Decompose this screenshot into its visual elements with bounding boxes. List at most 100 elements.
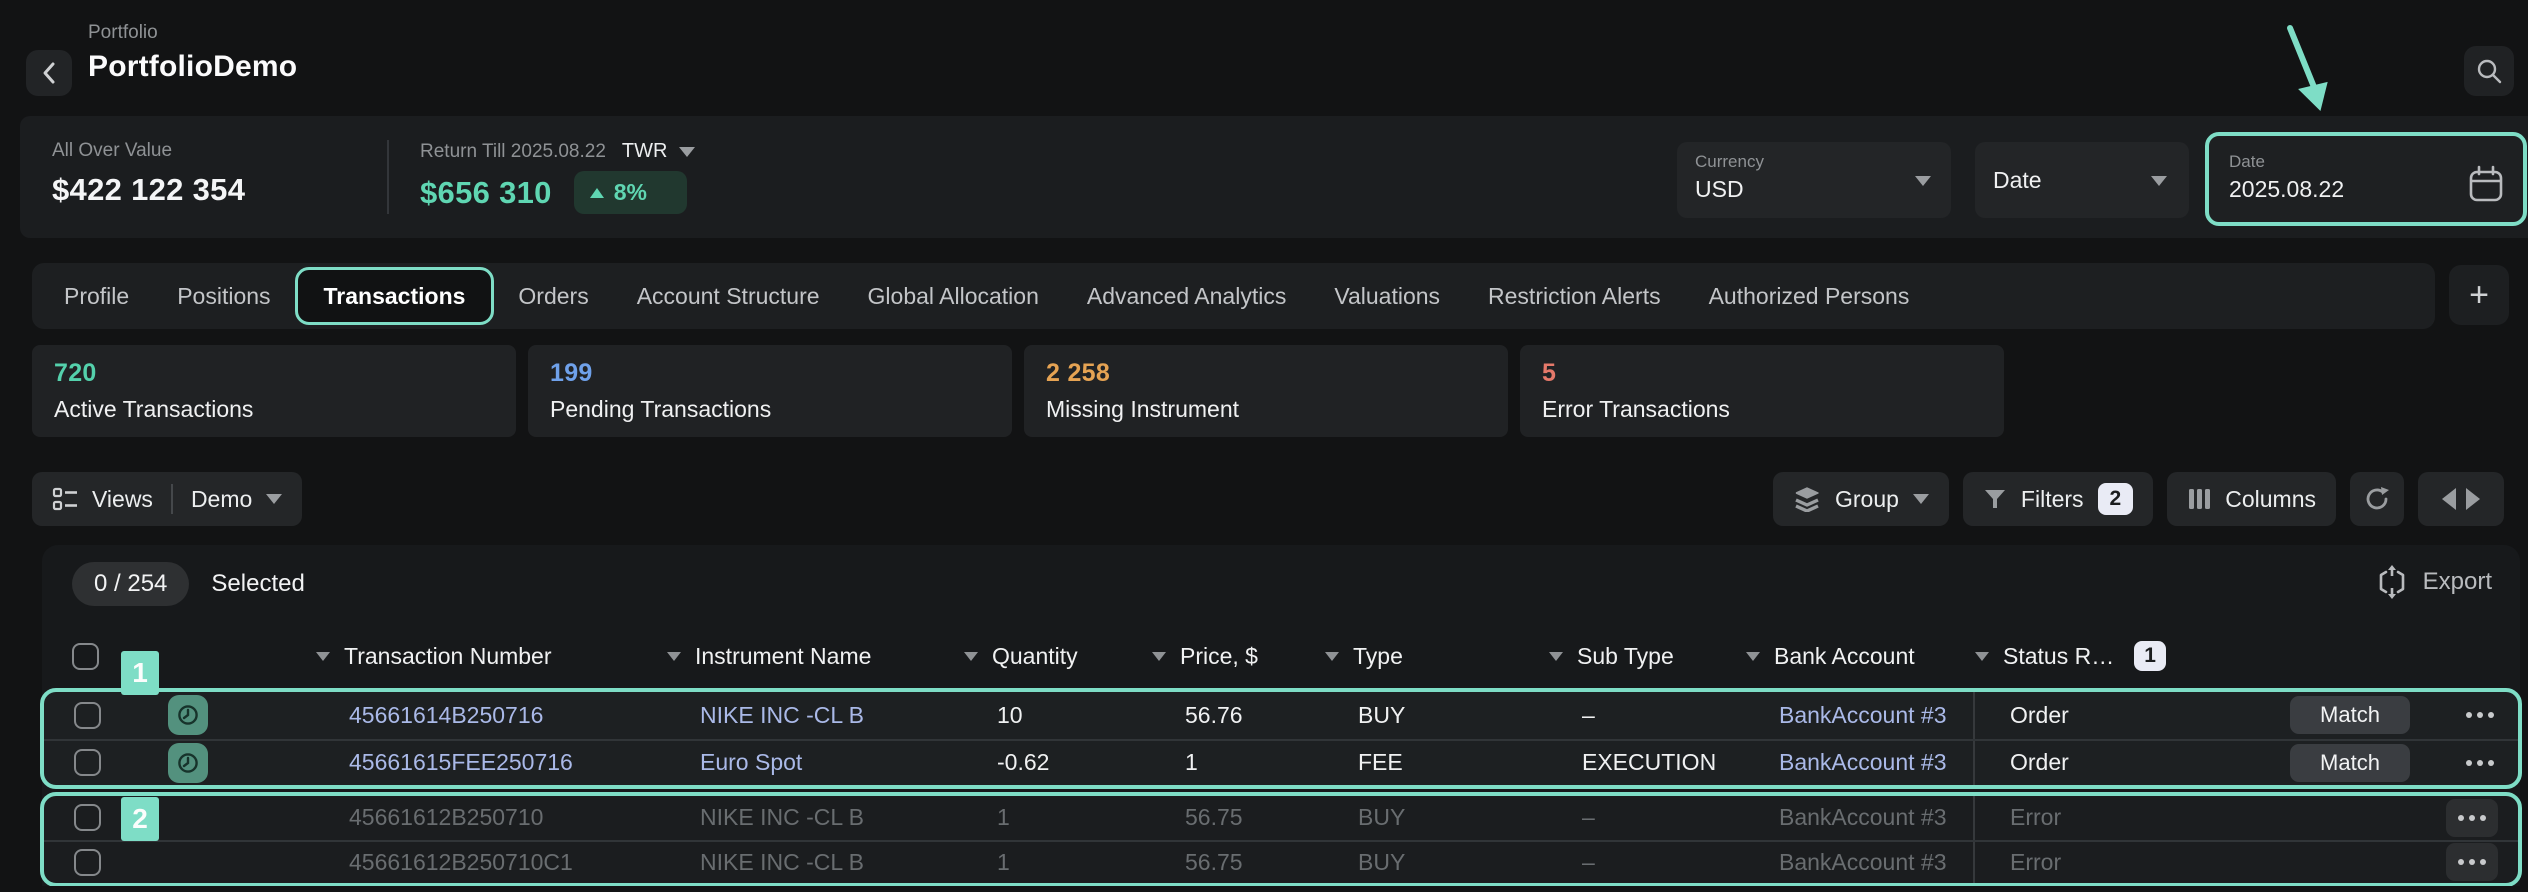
row-menu-button[interactable] (2438, 712, 2522, 718)
stat-label: Pending Transactions (550, 396, 990, 423)
column-header-instrument-name[interactable]: Instrument Name (663, 643, 960, 670)
column-menu-icon[interactable] (316, 652, 330, 661)
refresh-button[interactable] (2350, 472, 2404, 526)
cell-transaction-number[interactable]: 45661614B250716 (314, 702, 665, 729)
row-checkbox[interactable] (74, 749, 101, 776)
tab-global-allocation[interactable]: Global Allocation (844, 263, 1063, 329)
group-dropdown[interactable]: Group (1773, 472, 1949, 526)
annotation-arrow (2266, 18, 2356, 122)
date-mode-dropdown[interactable]: Date (1975, 142, 2189, 218)
columns-button[interactable]: Columns (2167, 472, 2336, 526)
column-header-transaction-number[interactable]: Transaction Number (312, 643, 663, 670)
column-menu-icon[interactable] (1152, 652, 1166, 661)
back-button[interactable] (26, 50, 72, 96)
column-header-quantity[interactable]: Quantity (960, 643, 1148, 670)
match-button[interactable]: Match (2290, 696, 2410, 734)
column-header-status-reason[interactable]: Status R… 1 (1971, 641, 2271, 671)
column-label: Quantity (992, 643, 1078, 670)
return-method-dropdown[interactable]: TWR (622, 140, 696, 163)
add-tab-button[interactable]: + (2449, 265, 2509, 325)
column-menu-icon[interactable] (1975, 652, 1989, 661)
column-menu-icon[interactable] (1325, 652, 1339, 661)
tab-advanced-analytics[interactable]: Advanced Analytics (1063, 263, 1310, 329)
row-group-matched: 45661614B250716 NIKE INC -CL B 10 56.76 … (40, 688, 2522, 789)
column-menu-icon[interactable] (1746, 652, 1760, 661)
all-over-value-label: All Over Value (52, 140, 245, 162)
next-row-peek (42, 886, 2520, 892)
table-row[interactable]: 45661612B250710C1 NIKE INC -CL B 1 56.75… (44, 840, 2518, 884)
cell-instrument-name[interactable]: NIKE INC -CL B (665, 702, 962, 729)
stat-card-missing-instrument[interactable]: 2 258 Missing Instrument (1024, 345, 1508, 437)
cell-type: BUY (1323, 849, 1547, 876)
column-menu-icon[interactable] (1549, 652, 1563, 661)
row-checkbox[interactable] (74, 849, 101, 876)
return-change-value: 8% (614, 179, 647, 206)
cell-bank-account[interactable]: BankAccount #3 (1744, 849, 1973, 876)
tab-valuations[interactable]: Valuations (1310, 263, 1464, 329)
group-label: Group (1835, 486, 1899, 513)
chevron-down-icon (679, 147, 695, 157)
search-button[interactable] (2464, 46, 2514, 96)
chevron-down-icon (1913, 494, 1929, 504)
row-checkbox[interactable] (74, 702, 101, 729)
filters-button[interactable]: Filters 2 (1963, 472, 2153, 526)
return-label: Return Till 2025.08.22 (420, 141, 606, 163)
cell-sub-type: – (1547, 804, 1744, 831)
cell-instrument-name[interactable]: NIKE INC -CL B (665, 804, 962, 831)
summary-bar: All Over Value $422 122 354 Return Till … (20, 116, 2528, 238)
column-header-price[interactable]: Price, $ (1148, 643, 1321, 670)
tab-authorized-persons[interactable]: Authorized Persons (1685, 263, 1934, 329)
stat-card-error-transactions[interactable]: 5 Error Transactions (1520, 345, 2004, 437)
column-header-type[interactable]: Type (1321, 643, 1545, 670)
select-all-checkbox[interactable] (72, 643, 99, 670)
row-group-error: 45661612B250710 NIKE INC -CL B 1 56.75 B… (40, 792, 2522, 887)
stats-row: 720 Active Transactions 199 Pending Tran… (32, 345, 2004, 437)
column-header-bank-account[interactable]: Bank Account (1742, 643, 1971, 670)
cell-status: Order (1975, 749, 2069, 776)
stat-label: Active Transactions (54, 396, 494, 423)
cell-quantity: 1 (962, 804, 1150, 831)
date-field[interactable]: Date 2025.08.22 (2205, 132, 2527, 226)
row-menu-button[interactable] (2446, 843, 2498, 881)
column-menu-icon[interactable] (667, 652, 681, 661)
table-row[interactable]: 45661612B250710 NIKE INC -CL B 1 56.75 B… (44, 796, 2518, 840)
cell-transaction-number[interactable]: 45661615FEE250716 (314, 749, 665, 776)
tab-account-structure[interactable]: Account Structure (613, 263, 844, 329)
date-mode-label: Date (1993, 167, 2042, 194)
cell-transaction-number[interactable]: 45661612B250710 (314, 804, 665, 831)
cell-quantity: 10 (962, 702, 1150, 729)
column-label: Price, $ (1180, 643, 1258, 670)
column-label: Instrument Name (695, 643, 871, 670)
table-row[interactable]: 45661614B250716 NIKE INC -CL B 10 56.76 … (44, 692, 2518, 739)
cell-instrument-name[interactable]: Euro Spot (665, 749, 962, 776)
cell-instrument-name[interactable]: NIKE INC -CL B (665, 849, 962, 876)
match-button[interactable]: Match (2290, 744, 2410, 782)
tab-orders[interactable]: Orders (494, 263, 612, 329)
cell-bank-account[interactable]: BankAccount #3 (1744, 749, 1973, 776)
column-menu-icon[interactable] (964, 652, 978, 661)
column-label: Type (1353, 643, 1403, 670)
all-over-value: $422 122 354 (52, 172, 245, 208)
cell-bank-account[interactable]: BankAccount #3 (1744, 804, 1973, 831)
tab-transactions[interactable]: Transactions (295, 267, 495, 325)
currency-dropdown[interactable]: Currency USD (1677, 142, 1951, 218)
return-change-badge: 8% (574, 171, 687, 214)
cell-transaction-number[interactable]: 45661612B250710C1 (314, 849, 665, 876)
tab-restriction-alerts[interactable]: Restriction Alerts (1464, 263, 1685, 329)
views-dropdown[interactable]: Views Demo (32, 472, 302, 526)
export-button[interactable]: Export (2377, 565, 2492, 599)
table-row[interactable]: 45661615FEE250716 Euro Spot -0.62 1 FEE … (44, 739, 2518, 786)
cell-status: Order (1975, 702, 2069, 729)
tab-profile[interactable]: Profile (40, 263, 153, 329)
column-header-sub-type[interactable]: Sub Type (1545, 643, 1742, 670)
tabs-bar: Profile Positions Transactions Orders Ac… (32, 263, 2435, 329)
table-toolbar: Views Demo Group Filters 2 (32, 472, 2504, 526)
cell-bank-account[interactable]: BankAccount #3 (1744, 702, 1973, 729)
stat-card-pending-transactions[interactable]: 199 Pending Transactions (528, 345, 1012, 437)
row-menu-button[interactable] (2438, 760, 2522, 766)
tab-positions[interactable]: Positions (153, 263, 294, 329)
stat-card-active-transactions[interactable]: 720 Active Transactions (32, 345, 516, 437)
row-menu-button[interactable] (2446, 799, 2498, 837)
row-checkbox[interactable] (74, 804, 101, 831)
pagination-arrows[interactable] (2418, 472, 2504, 526)
